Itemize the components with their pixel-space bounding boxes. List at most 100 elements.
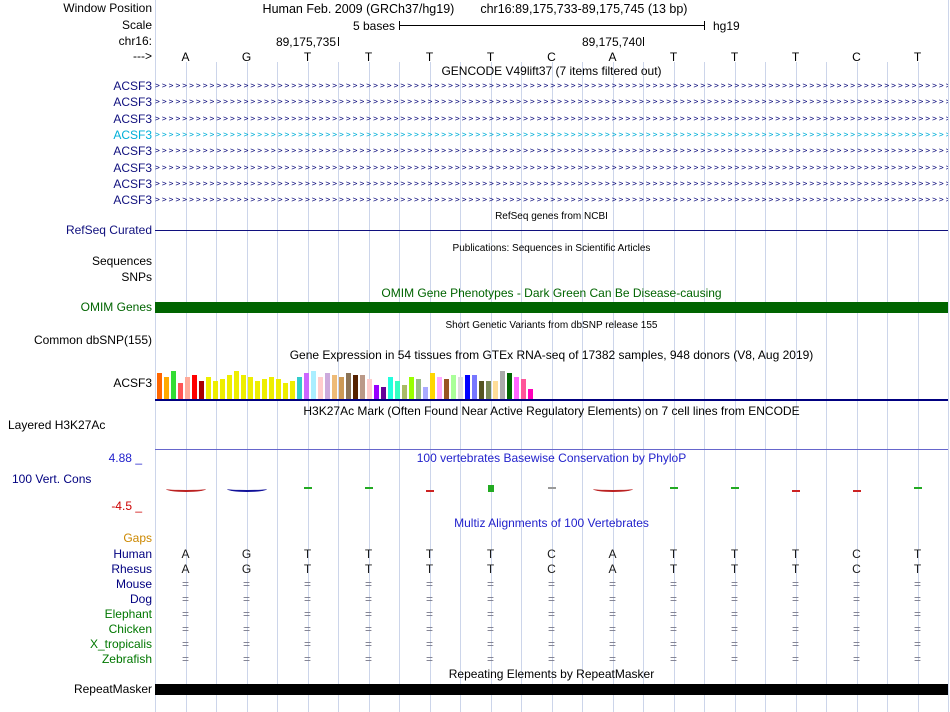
gencode-transcript-row[interactable]: ACSF3 >>>>>>>>>>>>>>>>>>>>>>>>>>>>>>>>>>>… [0,94,950,110]
snps-label[interactable]: SNPs [0,271,152,284]
repeatmasker-label[interactable]: RepeatMasker [0,683,152,696]
gtex-tissue-bar[interactable] [423,387,428,399]
omim-genes-label[interactable]: OMIM Genes [0,301,152,314]
gtex-tissue-bar[interactable] [332,375,337,399]
gtex-tissue-bar[interactable] [367,379,372,399]
repeatmasker-title[interactable]: Repeating Elements by RepeatMasker [155,668,948,681]
gtex-tissue-bar[interactable] [164,377,169,399]
gtex-tissue-bar[interactable] [206,377,211,399]
gtex-tissue-bar[interactable] [486,381,491,399]
species-label[interactable]: Dog [0,592,152,607]
gencode-transcript-line[interactable]: >>>>>>>>>>>>>>>>>>>>>>>>>>>>>>>>>>>>>>>>… [155,127,948,143]
gtex-tissue-bar[interactable] [507,373,512,399]
alignment-row-zebrafish[interactable]: Zebrafish = = = = = = = = = = = = = [0,652,950,667]
gencode-transcript-line[interactable]: >>>>>>>>>>>>>>>>>>>>>>>>>>>>>>>>>>>>>>>>… [155,176,948,192]
gtex-tissue-bar[interactable] [311,371,316,399]
gtex-tissue-bar[interactable] [290,381,295,399]
dbsnp-title[interactable]: Short Genetic Variants from dbSNP releas… [155,319,948,332]
gtex-tissue-bar[interactable] [360,375,365,399]
gencode-transcript-line[interactable]: >>>>>>>>>>>>>>>>>>>>>>>>>>>>>>>>>>>>>>>>… [155,160,948,176]
omim-title[interactable]: OMIM Gene Phenotypes - Dark Green Can Be… [155,287,948,300]
repeatmasker-bar[interactable] [155,684,948,695]
alignment-row-mouse[interactable]: Mouse = = = = = = = = = = = = = [0,577,950,592]
publications-title[interactable]: Publications: Sequences in Scientific Ar… [155,242,948,255]
gencode-transcript-row[interactable]: ACSF3 >>>>>>>>>>>>>>>>>>>>>>>>>>>>>>>>>>>… [0,143,950,159]
gtex-tissue-bar[interactable] [255,381,260,399]
refseq-curated-label[interactable]: RefSeq Curated [0,224,152,237]
gencode-gene-label[interactable]: ACSF3 [0,160,152,176]
gtex-tissue-bar[interactable] [185,377,190,399]
gtex-tissue-bar[interactable] [346,373,351,399]
gencode-transcript-row[interactable]: ACSF3 >>>>>>>>>>>>>>>>>>>>>>>>>>>>>>>>>>>… [0,127,950,143]
species-label[interactable]: Rhesus [0,562,152,577]
gtex-tissue-bar[interactable] [500,371,505,399]
gtex-tissue-bar[interactable] [269,377,274,399]
gtex-tissue-bar[interactable] [409,377,414,399]
gtex-tissue-bar[interactable] [416,379,421,399]
gtex-tissue-bar[interactable] [402,385,407,399]
gtex-tissue-bar[interactable] [479,381,484,399]
gtex-tissue-bar[interactable] [220,379,225,399]
gtex-tissue-bar[interactable] [374,385,379,399]
gtex-tissue-bar[interactable] [276,379,281,399]
refseq-curated-line[interactable] [155,230,948,231]
h3k27ac-label[interactable]: Layered H3K27Ac [8,419,105,432]
species-label[interactable]: X_tropicalis [0,637,152,652]
gtex-tissue-bar[interactable] [227,375,232,399]
sequences-label[interactable]: Sequences [0,255,152,268]
gtex-tissue-bar[interactable] [234,371,239,399]
gencode-transcript-row[interactable]: ACSF3 >>>>>>>>>>>>>>>>>>>>>>>>>>>>>>>>>>>… [0,78,950,94]
omim-genes-bar[interactable] [155,302,948,313]
gtex-tissue-bar[interactable] [493,381,498,399]
gtex-tissue-bar[interactable] [283,383,288,399]
gencode-gene-label[interactable]: ACSF3 [0,111,152,127]
gencode-transcript-line[interactable]: >>>>>>>>>>>>>>>>>>>>>>>>>>>>>>>>>>>>>>>>… [155,143,948,159]
phylop-marks[interactable] [0,480,950,500]
gencode-transcript-line[interactable]: >>>>>>>>>>>>>>>>>>>>>>>>>>>>>>>>>>>>>>>>… [155,94,948,110]
gencode-gene-label[interactable]: ACSF3 [0,176,152,192]
species-label[interactable]: Elephant [0,607,152,622]
gtex-tissue-bar[interactable] [171,371,176,399]
alignment-row-rhesus[interactable]: Rhesus A G T T T T C A T T T C T [0,562,950,577]
alignment-row-dog[interactable]: Dog = = = = = = = = = = = = = [0,592,950,607]
dbsnp-label[interactable]: Common dbSNP(155) [0,334,152,347]
gencode-gene-label[interactable]: ACSF3 [0,94,152,110]
phylop-title[interactable]: 100 vertebrates Basewise Conservation by… [155,452,948,465]
gtex-tissue-bar[interactable] [325,373,330,399]
h3k27ac-title[interactable]: H3K27Ac Mark (Often Found Near Active Re… [155,405,948,418]
gtex-tissue-bar[interactable] [430,373,435,399]
alignment-row-elephant[interactable]: Elephant = = = = = = = = = = = = = [0,607,950,622]
gaps-label[interactable]: Gaps [0,532,152,545]
gtex-tissue-bar[interactable] [262,379,267,399]
gencode-title[interactable]: GENCODE V49lift37 (7 items filtered out) [155,65,948,78]
gtex-tissue-bar[interactable] [304,373,309,399]
gtex-tissue-bar[interactable] [451,375,456,399]
gtex-tissue-bar[interactable] [248,377,253,399]
gencode-transcript-row[interactable]: ACSF3 >>>>>>>>>>>>>>>>>>>>>>>>>>>>>>>>>>>… [0,192,950,208]
gencode-gene-label[interactable]: ACSF3 [0,143,152,159]
gtex-tissue-bar[interactable] [514,377,519,399]
gencode-transcript-line[interactable]: >>>>>>>>>>>>>>>>>>>>>>>>>>>>>>>>>>>>>>>>… [155,78,948,94]
gtex-tissue-bar[interactable] [213,381,218,399]
gtex-tissue-bar[interactable] [318,377,323,399]
gtex-tissue-bar[interactable] [339,377,344,399]
gtex-tissue-bar[interactable] [297,377,302,399]
alignment-row-chicken[interactable]: Chicken = = = = = = = = = = = = = [0,622,950,637]
gtex-tissue-bar[interactable] [157,373,162,399]
alignment-row-human[interactable]: Human A G T T T T C A T T T C T [0,547,950,562]
species-label[interactable]: Chicken [0,622,152,637]
gtex-tissue-bar[interactable] [353,375,358,399]
species-label[interactable]: Zebrafish [0,652,152,667]
gtex-tissue-bar[interactable] [437,377,442,399]
gtex-tissue-bar[interactable] [465,375,470,399]
refseq-title[interactable]: RefSeq genes from NCBI [155,210,948,223]
species-label[interactable]: Mouse [0,577,152,592]
gtex-title[interactable]: Gene Expression in 54 tissues from GTEx … [155,349,948,362]
gencode-transcript-row[interactable]: ACSF3 >>>>>>>>>>>>>>>>>>>>>>>>>>>>>>>>>>>… [0,176,950,192]
species-label[interactable]: Human [0,547,152,562]
gencode-gene-label[interactable]: ACSF3 [0,127,152,143]
gencode-gene-label[interactable]: ACSF3 [0,192,152,208]
gtex-bars[interactable] [0,368,950,399]
multiz-title[interactable]: Multiz Alignments of 100 Vertebrates [155,517,948,530]
gencode-transcript-row[interactable]: ACSF3 >>>>>>>>>>>>>>>>>>>>>>>>>>>>>>>>>>>… [0,111,950,127]
